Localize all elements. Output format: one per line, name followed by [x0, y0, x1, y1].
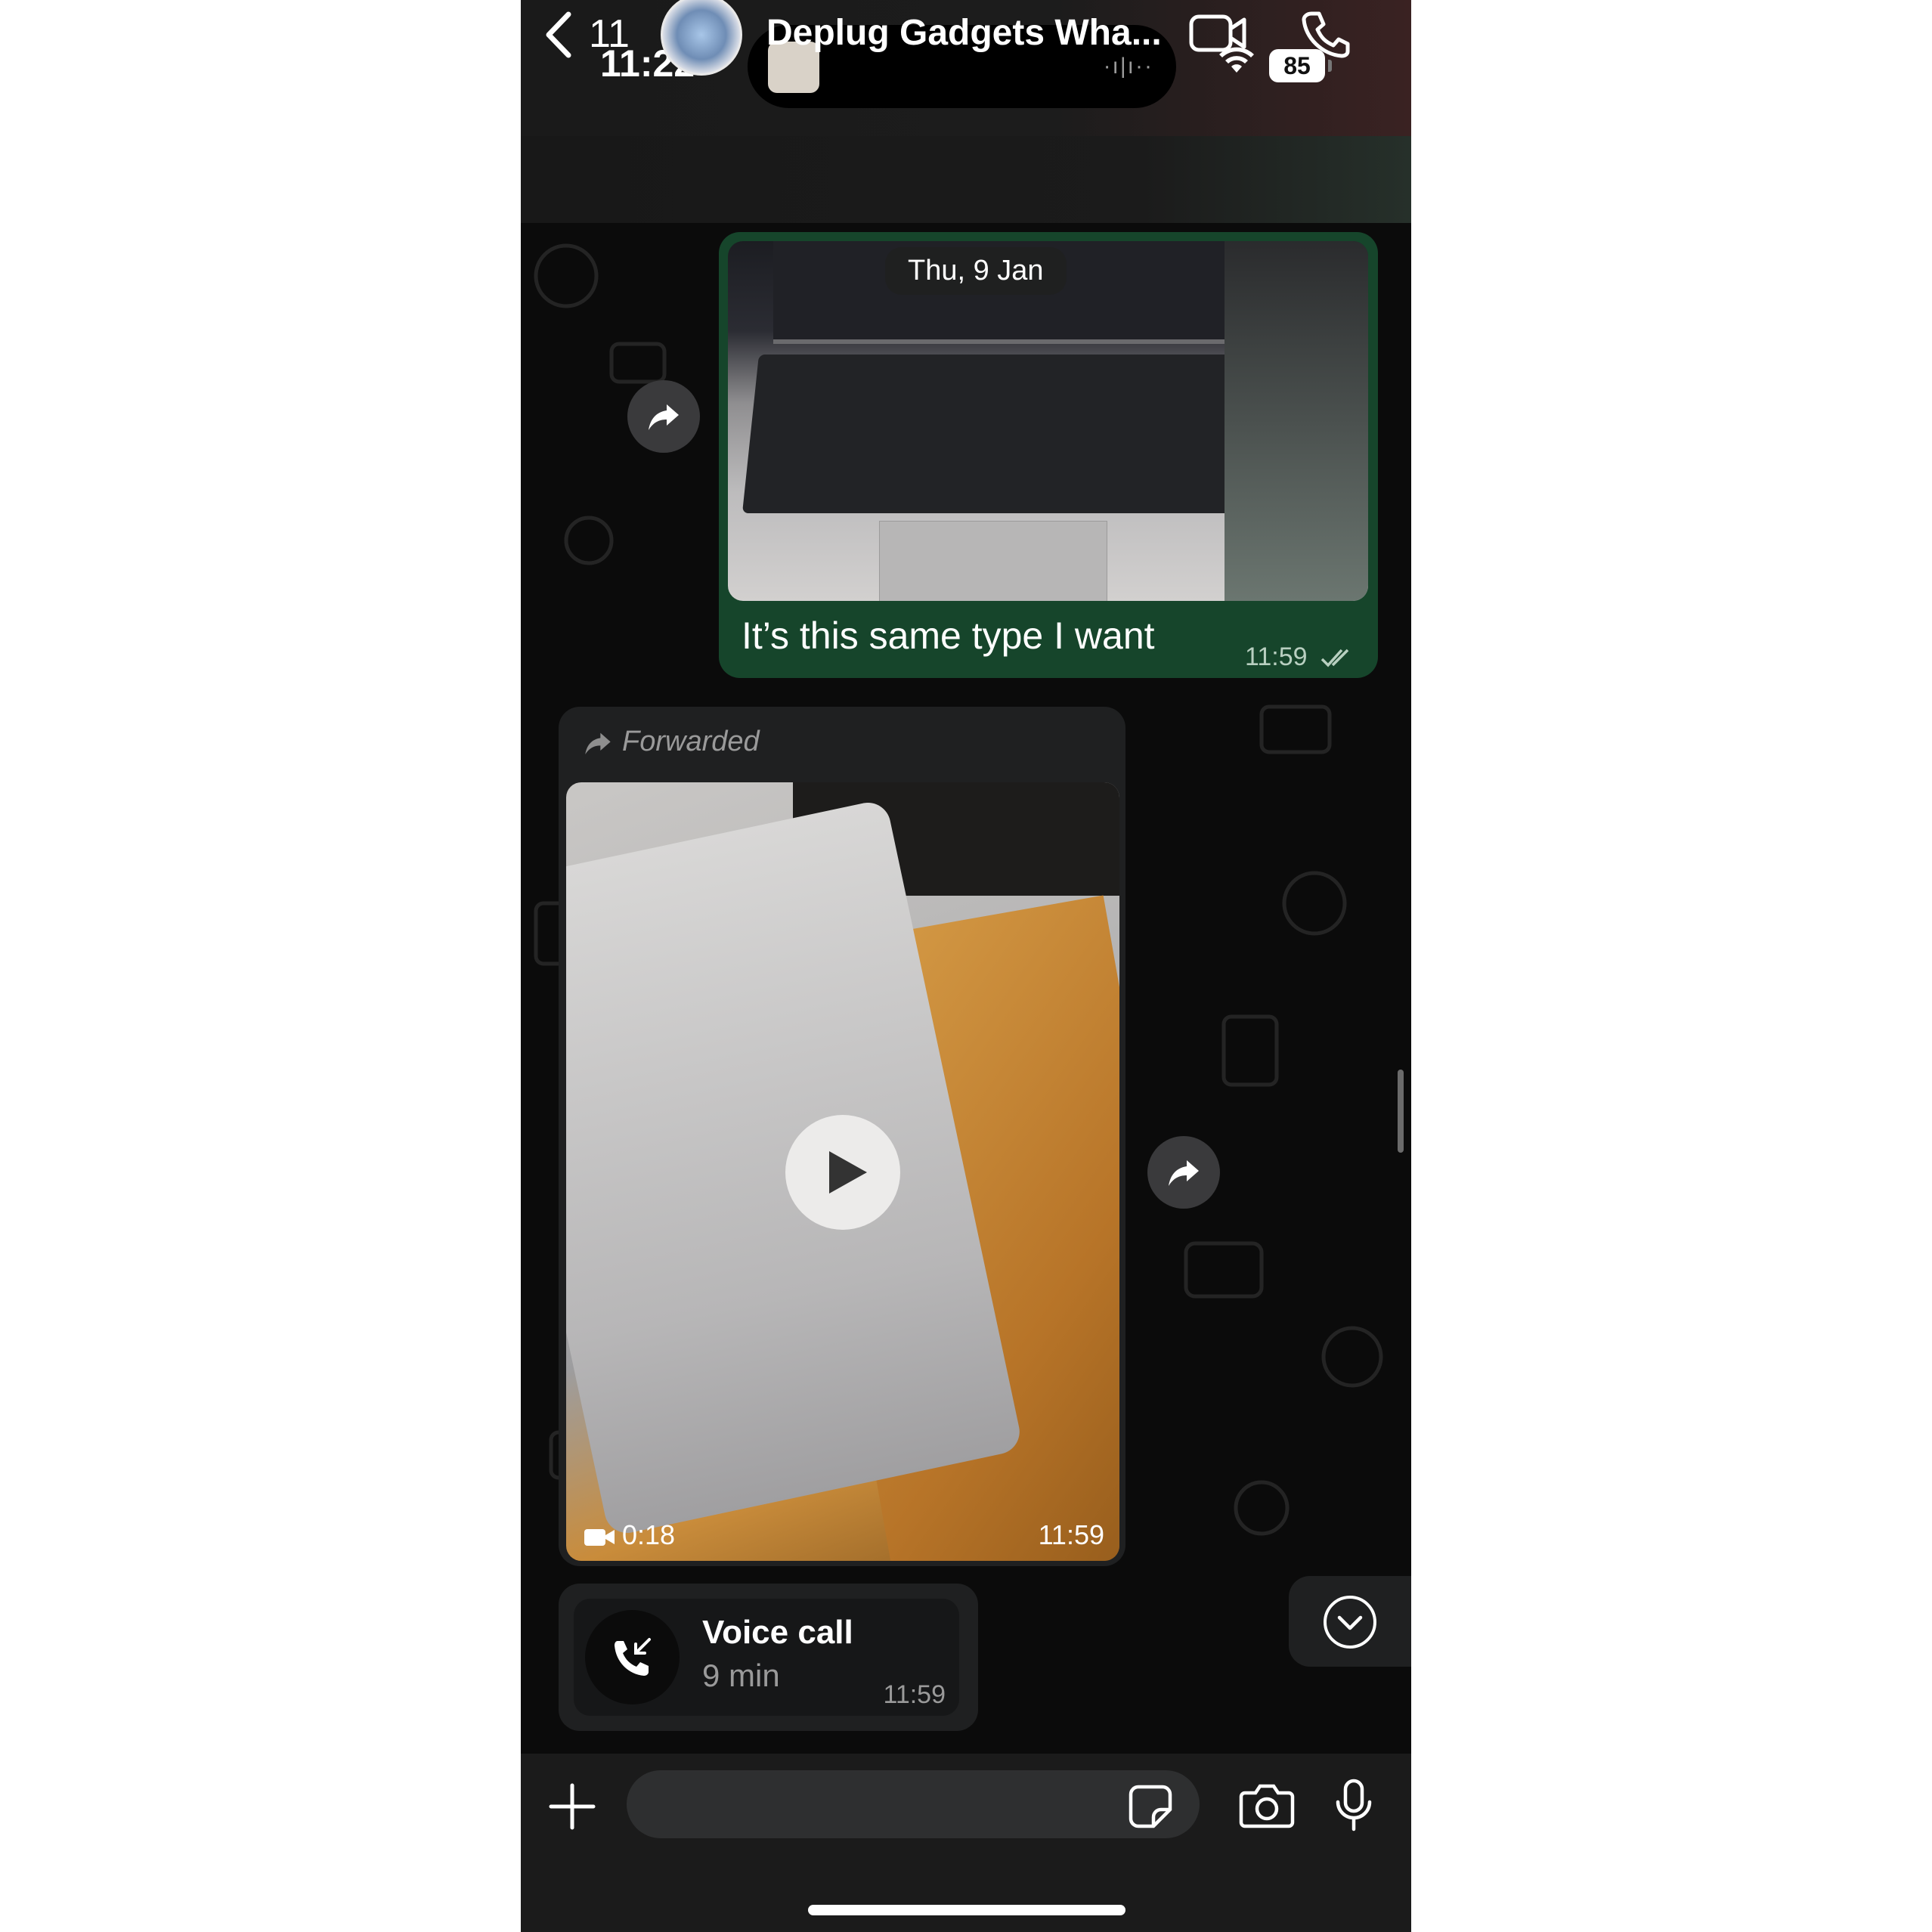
outgoing-image-message[interactable]: Thu, 9 Jan It’s this same type I want 11…	[719, 232, 1378, 678]
play-button[interactable]	[785, 1115, 900, 1230]
message-caption: It’s this same type I want	[742, 615, 1155, 657]
chat-header	[521, 136, 1411, 223]
photo-laptop-trackpad	[879, 521, 1107, 601]
camera-icon[interactable]	[1239, 1782, 1295, 1829]
microphone-icon[interactable]	[1333, 1778, 1374, 1832]
chat-header-row: 11 Deplug Gadgets Wha...	[521, 0, 1411, 87]
scrollbar-thumb[interactable]	[1398, 1070, 1404, 1153]
incoming-call-icon	[615, 1638, 651, 1676]
chat-area[interactable]: Thu, 9 Jan It’s this same type I want 11…	[521, 223, 1411, 1754]
unread-back-count[interactable]: 11	[589, 11, 630, 57]
forward-button[interactable]	[627, 380, 700, 453]
composer-bar	[521, 1754, 1411, 1932]
video-duration: 0:18	[583, 1519, 675, 1551]
incoming-call-badge	[585, 1610, 680, 1704]
plus-icon[interactable]	[548, 1782, 596, 1831]
call-time: 11:59	[883, 1680, 946, 1709]
call-duration: 9 min	[702, 1658, 780, 1693]
phone-screen: 11:22 ·ı|ı·· 85 11 Deplug Gadgets Wha...	[521, 0, 1411, 1932]
sticker-icon[interactable]	[1128, 1784, 1173, 1829]
voice-call-card[interactable]: Voice call 9 min 11:59	[574, 1599, 959, 1716]
message-time: 11:59	[1244, 642, 1308, 671]
message-photo[interactable]	[728, 241, 1368, 601]
photo-laptop-keyboard	[742, 355, 1274, 513]
call-title: Voice call	[702, 1614, 853, 1651]
share-arrow-icon	[1169, 1160, 1199, 1186]
date-chip: Thu, 9 Jan	[885, 247, 1067, 295]
video-camera-icon	[584, 1529, 615, 1547]
phone-icon[interactable]	[1301, 9, 1351, 59]
chat-title[interactable]: Deplug Gadgets Wha...	[766, 12, 1162, 54]
forwarded-arrow-icon	[585, 732, 611, 754]
message-meta: 11:59	[1245, 642, 1357, 672]
double-check-icon	[1321, 649, 1349, 667]
incoming-video-message[interactable]: Forwarded 0:18 11:59	[559, 707, 1125, 1566]
play-icon	[829, 1151, 867, 1194]
home-indicator[interactable]	[808, 1905, 1125, 1915]
chevron-left-icon[interactable]	[540, 10, 577, 60]
video-thumbnail[interactable]: 0:18 11:59	[566, 782, 1119, 1561]
forwarded-text: Forwarded	[622, 726, 760, 757]
forward-button[interactable]	[1147, 1136, 1220, 1209]
scroll-to-bottom-button[interactable]	[1289, 1576, 1411, 1667]
voice-call-message[interactable]: Voice call 9 min 11:59	[559, 1584, 978, 1731]
video-duration-text: 0:18	[622, 1519, 676, 1550]
message-input[interactable]	[627, 1770, 1200, 1838]
group-avatar[interactable]	[661, 0, 742, 76]
photo-car-seat	[1225, 241, 1368, 601]
video-call-icon[interactable]	[1188, 11, 1249, 56]
forwarded-label: Forwarded	[583, 726, 760, 758]
video-time: 11:59	[1038, 1519, 1104, 1550]
chevron-down-circle-icon	[1324, 1596, 1376, 1649]
share-arrow-icon	[649, 404, 679, 430]
